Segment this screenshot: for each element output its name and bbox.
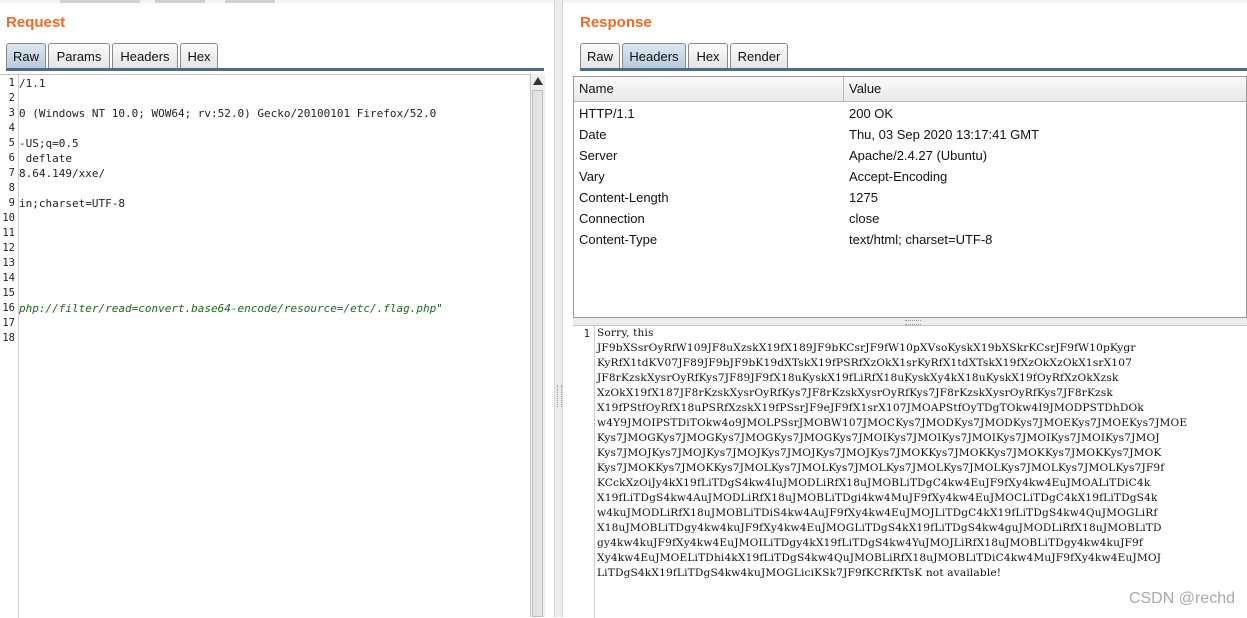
response-tab-headers[interactable]: Headers [622,43,686,68]
request-line: 0 (Windows NT 10.0; WOW64; rv:52.0) Geck… [19,107,437,120]
header-value: Apache/2.4.27 (Ubuntu) [849,148,988,163]
request-tab-params[interactable]: Params [48,43,110,68]
response-tab-underline [580,68,1247,71]
splitter-grip-icon[interactable] [557,385,562,407]
body-line: Kys7JMOGKys7JMOGKys7JMOGKys7JMOGKys7JMOI… [597,432,1160,444]
header-name: Date [579,127,607,142]
body-line: Kys7JMOKKys7JMOKKys7JMOLKys7JMOLKys7JMOL… [597,462,1165,474]
table-row[interactable]: Content-Type text/html; charset=UTF-8 [574,229,1246,250]
line-number: 9 [8,197,15,209]
line-number: 10 [2,212,15,224]
request-line: in;charset=UTF-8 [19,197,125,210]
body-line: w4Y9JMOIPSTDiTOkw4o9JMOLPSsrJMOBW107JMOC… [597,417,1188,429]
request-line: deflate [19,152,72,165]
line-number: 17 [2,317,15,329]
response-title: Response [580,14,652,31]
body-line: KCckXzOiJy4kX19fLiTDgS4kw4IuJMODLiRfX18u… [597,477,1151,489]
header-name: Server [579,148,618,163]
header-name: Content-Length [579,190,669,205]
body-line: LiTDgS4kX19fLiTDgS4kw4kuJMOGLiciKSk7JF9f… [597,567,1002,579]
request-title: Request [6,14,66,31]
body-line: XzOkX19fX187JF8rKzskXysrOyRfKys7JF8rKzsk… [597,387,1113,399]
body-line: gy4kw4kuJF9fXy4kw4EuJMOILiTDgy4kX19fLiTD… [597,537,1143,549]
line-number: 2 [8,92,15,104]
header-name: Content-Type [579,232,658,247]
body-line: X19fLiTDgS4kw4AuJMODLiRfX18uJMOBLiTDgi4k… [597,492,1158,504]
request-pane: Request Raw Params Headers Hex 1 2 3 4 5… [0,0,554,618]
response-splitter[interactable] [573,318,1247,325]
line-number: 13 [2,257,15,269]
line-number: 5 [8,137,15,149]
column-divider[interactable] [843,77,844,101]
body-line: Kys7JMOJKys7JMOJKys7JMOJKys7JMOJKys7JMOJ… [597,447,1162,459]
body-line: KyRfX1tdKV07JF89JF9bJF9bK19dXTskX19fPSRf… [597,357,1132,369]
scrollbar-thumb[interactable] [532,90,543,617]
request-editor[interactable]: 1 2 3 4 5 6 7 8 9 10 11 12 13 14 15 16 1… [0,74,530,618]
table-row[interactable]: Vary Accept-Encoding [574,166,1246,187]
line-number: 3 [8,107,15,119]
response-tab-render[interactable]: Render [730,43,788,68]
pane-splitter[interactable] [554,0,563,617]
request-line: /1.1 [19,77,46,90]
table-header: Name Value [574,77,1246,102]
table-row[interactable]: Server Apache/2.4.27 (Ubuntu) [574,145,1246,166]
line-number: 18 [2,332,15,344]
line-number: 12 [2,242,15,254]
response-tab-raw[interactable]: Raw [580,43,620,68]
csdn-watermark: CSDN @rechd [1128,590,1235,607]
body-line: JF9bXSsrOyRfW109JF8uXzskX19fX189JF9bKCsr… [597,342,1136,354]
line-number: 4 [8,122,15,134]
table-row[interactable]: HTTP/1.1 200 OK [574,103,1246,124]
table-row[interactable]: Content-Length 1275 [574,187,1246,208]
line-number: 6 [8,152,15,164]
response-body-editor[interactable]: 1 Sorry, this JF9bXSsrOyRfW109JF8uXzskX1… [573,325,1247,618]
response-tab-hex[interactable]: Hex [688,43,728,68]
line-number: 14 [2,272,15,284]
request-vertical-scrollbar[interactable] [530,74,545,617]
line-number: 1 [583,328,590,340]
line-number: 8 [8,182,15,194]
request-tab-headers[interactable]: Headers [112,43,178,68]
body-line: JF8rKzskXysrOyRfKys7JF89JF9fX18uKyskX19f… [597,372,1119,384]
line-number-gutter: 1 2 3 4 5 6 7 8 9 10 11 12 13 14 15 16 1… [0,75,19,618]
header-value: text/html; charset=UTF-8 [849,232,993,247]
request-tab-hex[interactable]: Hex [180,43,218,68]
line-number: 7 [8,167,15,179]
body-line: w4kuJMODLiRfX18uJMOBLiTDiS4kw4AuJF9fXy4k… [597,507,1158,519]
line-number: 15 [2,287,15,299]
table-row[interactable]: Date Thu, 03 Sep 2020 13:17:41 GMT [574,124,1246,145]
table-row[interactable]: Connection close [574,208,1246,229]
body-line: X19fPStfOyRfX18uPSRfXzskX19fPSsrJF9eJF9f… [597,402,1144,414]
line-number: 11 [2,227,15,239]
header-value: 200 OK [849,106,894,121]
response-pane: Response Raw Headers Hex Render Name Val… [570,0,1247,618]
body-line: Xy4kw4EuJMOELiTDhi4kX19fLiTDgS4kw4QuJMOB… [597,552,1162,564]
body-line: Sorry, this [597,327,654,339]
scroll-up-arrow-icon[interactable] [533,77,543,85]
request-tab-raw[interactable]: Raw [6,43,46,68]
body-line: X18uJMOBLiTDgy4kw4kuJF9fXy4kw4EuJMOGLiTD… [597,522,1162,534]
line-number-gutter: 1 [573,326,595,618]
header-value: Accept-Encoding [849,169,948,184]
header-value: 1275 [849,190,878,205]
header-value: Thu, 03 Sep 2020 13:17:41 GMT [849,127,1040,142]
header-name: Connection [579,211,645,226]
request-tab-underline [6,68,544,71]
column-header-name[interactable]: Name [579,77,614,101]
header-name: Vary [579,169,605,184]
line-number: 16 [2,302,15,314]
xxe-payload-line: php://filter/read=convert.base64-encode/… [19,302,443,315]
request-line: 8.64.149/xxe/ [19,167,106,180]
response-headers-table: Name Value HTTP/1.1 200 OK Date Thu, 03 … [573,76,1247,318]
header-name: HTTP/1.1 [579,106,635,121]
header-value: close [849,211,880,226]
request-line: -US;q=0.5 [19,137,79,150]
column-header-value[interactable]: Value [849,77,881,101]
line-number: 1 [8,77,15,89]
